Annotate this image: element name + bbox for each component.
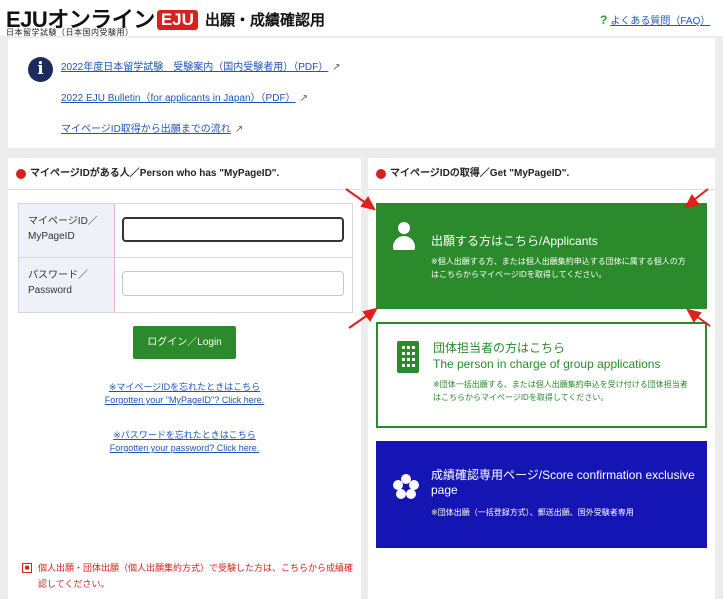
arrow-bottom-right-head	[686, 308, 702, 323]
arrow-top-left-head	[360, 196, 376, 211]
arrow-bottom-left-head	[362, 307, 378, 322]
pointer-arrows	[345, 188, 711, 329]
